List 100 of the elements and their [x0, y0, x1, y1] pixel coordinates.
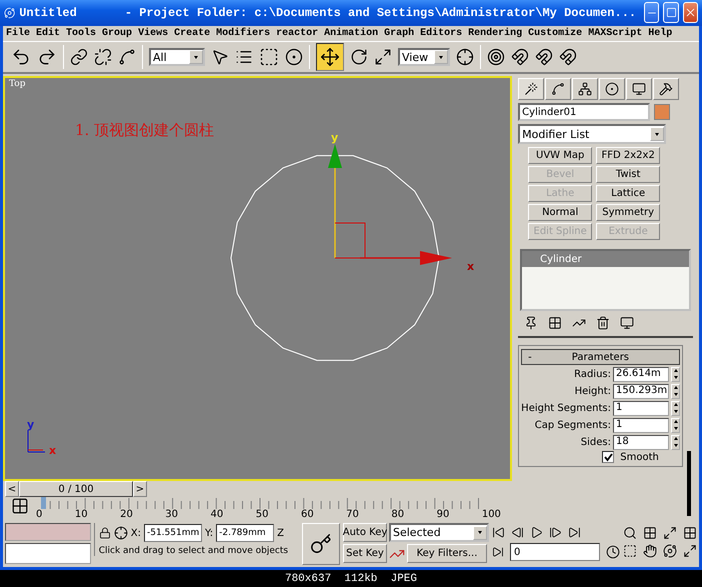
close-button[interactable]	[682, 2, 698, 24]
rectangle-selection-icon[interactable]	[259, 47, 279, 68]
frame-number: 100	[482, 509, 501, 520]
object-name-field[interactable]: Cylinder01	[518, 103, 650, 121]
rotate-icon[interactable]	[350, 48, 368, 66]
window-crossing-icon[interactable]	[285, 48, 303, 66]
select-arrow-icon[interactable]	[211, 48, 229, 66]
parameter-field[interactable]: 18	[613, 434, 669, 450]
menu-item[interactable]: Group	[102, 28, 132, 40]
smooth-checkbox[interactable]	[602, 451, 614, 463]
display-tab[interactable]	[626, 78, 652, 100]
pan-icon[interactable]	[643, 544, 657, 558]
maximize-button[interactable]	[663, 2, 679, 24]
move-icon	[320, 47, 340, 68]
previous-frame-button[interactable]: <	[5, 481, 19, 497]
frame-number: 30	[165, 509, 178, 520]
parameter-field[interactable]: 26.614m	[613, 366, 669, 382]
time-slider-thumb[interactable]: 0 / 100	[19, 481, 133, 497]
x-coordinate-field[interactable]: -51.551mm	[144, 524, 202, 542]
frame-number: 40	[210, 509, 224, 520]
menu-item[interactable]: Tools	[66, 28, 96, 40]
zoom-icon[interactable]	[623, 526, 637, 540]
key-icon	[310, 533, 332, 555]
auto-key-button[interactable]: Auto Key	[343, 523, 387, 542]
key-mode-dropdown[interactable]: Selected	[389, 523, 489, 542]
maxscript-output-field[interactable]	[5, 543, 91, 564]
previous-key-icon[interactable]	[511, 526, 524, 539]
set-keys-button[interactable]	[302, 523, 340, 565]
redo-icon[interactable]	[37, 47, 57, 68]
go-to-end-icon[interactable]	[568, 526, 581, 539]
spinner-arrows[interactable]	[671, 366, 680, 382]
magnet-icon[interactable]	[559, 48, 577, 66]
modify-tab[interactable]	[545, 78, 572, 100]
menu-item[interactable]: Rendering	[468, 28, 522, 40]
menu-item[interactable]: Modifiers	[216, 28, 270, 40]
modifier-list-dropdown[interactable]: Modifier List	[518, 124, 666, 144]
motion-tab[interactable]	[599, 78, 626, 100]
orbit-icon[interactable]	[663, 544, 677, 558]
zoom-extents-icon[interactable]	[663, 526, 677, 540]
utilities-tab[interactable]	[653, 78, 680, 100]
play-icon[interactable]	[530, 526, 543, 539]
current-frame-field[interactable]: 0	[510, 543, 600, 561]
undo-icon[interactable]	[11, 47, 31, 68]
lock-icon[interactable]	[98, 527, 111, 539]
move-button[interactable]	[316, 43, 344, 72]
menu-item[interactable]: Animation	[324, 28, 378, 40]
selection-filter-dropdown[interactable]: All	[149, 48, 205, 66]
go-to-start-icon[interactable]	[492, 526, 505, 539]
maxscript-listener-field[interactable]	[5, 523, 91, 541]
modifier-button[interactable]: Twist	[596, 166, 660, 183]
magnet-icon[interactable]	[535, 48, 553, 66]
magnet-icon[interactable]	[511, 48, 529, 66]
menu-item[interactable]: Views	[138, 28, 168, 40]
minimize-button[interactable]	[644, 2, 660, 24]
reference-coordinate-dropdown[interactable]: View	[398, 48, 450, 66]
parameter-field[interactable]: 1	[613, 400, 669, 416]
spinner-arrows[interactable]	[671, 418, 680, 432]
time-configuration-icon[interactable]	[606, 545, 620, 559]
next-key-icon[interactable]	[549, 526, 562, 539]
remove-modifier-icon[interactable]	[596, 316, 610, 330]
menu-item[interactable]: Customize	[528, 28, 582, 40]
unlink-icon[interactable]	[94, 48, 112, 66]
modifier-button[interactable]: Lattice	[596, 185, 660, 202]
frame-number: 0	[36, 509, 42, 520]
modifier-button[interactable]: Normal	[528, 204, 592, 221]
menu-item[interactable]: Graph Editors	[384, 28, 462, 40]
zoom-region-icon[interactable]	[623, 544, 637, 558]
maximize-viewport-icon[interactable]	[683, 544, 697, 558]
parameter-field[interactable]: 1	[613, 418, 669, 432]
x-axis-label: x	[467, 260, 474, 273]
menu-item[interactable]: reactor	[276, 28, 318, 40]
menu-item[interactable]: MAXScript	[588, 28, 642, 40]
modifier-button[interactable]: Symmetry	[596, 204, 660, 221]
spinner-arrows[interactable]	[671, 434, 680, 450]
spinner-arrows[interactable]	[671, 384, 680, 398]
menu-item[interactable]: Create	[174, 28, 210, 40]
y-coordinate-field[interactable]: -2.789mm	[216, 524, 274, 542]
top-viewport[interactable]: Top 1. 顶视图创建个圆柱 y x y x	[3, 76, 512, 481]
stack-item[interactable]: Cylinder	[522, 251, 689, 267]
menu-item[interactable]: Edit	[36, 28, 60, 40]
modifier-button[interactable]: UVW Map	[528, 147, 592, 164]
set-key-button[interactable]: Set Key	[343, 544, 387, 563]
parameter-field[interactable]: 150.293m	[613, 384, 669, 398]
status-prompt: Click and drag to select and move objects	[98, 546, 290, 556]
object-color-swatch[interactable]	[654, 104, 670, 120]
scale-icon[interactable]	[374, 48, 392, 66]
modifier-button[interactable]: FFD 2x2x2	[596, 147, 660, 164]
key-filters-button[interactable]: Key Filters...	[407, 544, 487, 563]
snap-icon[interactable]	[487, 48, 505, 66]
link-icon[interactable]	[70, 48, 88, 66]
menu-item[interactable]: Help	[648, 28, 672, 40]
pin-icon[interactable]	[524, 316, 538, 330]
z-coordinate-label: Z	[277, 528, 284, 538]
spinner-arrows[interactable]	[671, 400, 680, 416]
next-frame-button[interactable]: >	[133, 481, 147, 497]
menu-item[interactable]: File	[6, 28, 30, 40]
panel-scrollbar[interactable]	[687, 451, 691, 516]
create-tab[interactable]	[518, 78, 544, 100]
hierarchy-tab[interactable]	[572, 78, 598, 100]
rollout-header[interactable]: - Parameters	[521, 349, 680, 365]
